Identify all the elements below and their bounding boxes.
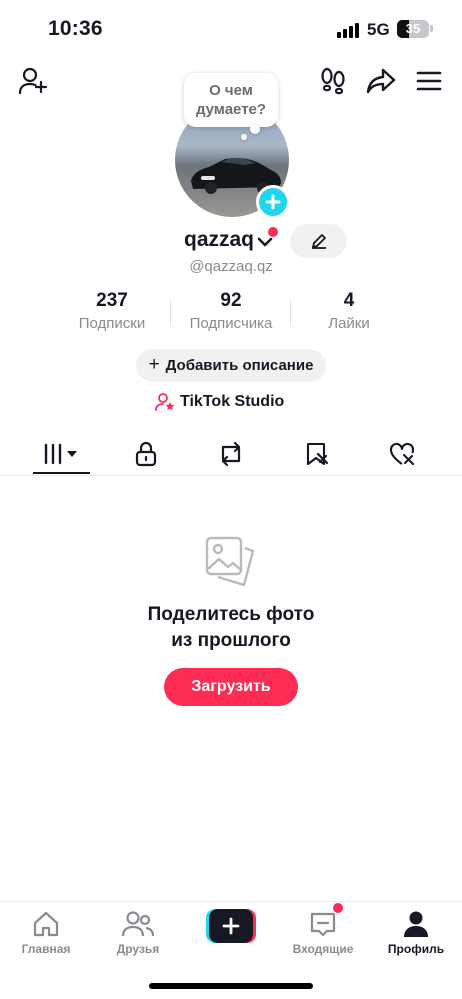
bubble-tail [250,124,260,134]
nav-inbox[interactable]: Входящие [283,908,363,956]
username-switcher[interactable]: qazzaq [184,228,273,252]
status-time: 10:36 [48,17,103,40]
upload-button[interactable]: Загрузить [164,668,298,706]
pencil-icon [311,234,326,249]
stat-label: Подписчика [189,315,273,332]
inbox-icon [310,912,336,937]
inbox-notification-dot [333,903,343,913]
chevron-down-icon [257,237,273,246]
tab-reposts[interactable] [203,434,259,474]
lock-icon [135,441,157,467]
notification-dot [268,227,278,237]
profile-handle: @qazzaq.qz [189,258,273,275]
stat-label: Лайки [328,315,370,332]
divider [290,300,291,326]
tab-private[interactable] [118,434,174,474]
tab-favorites[interactable] [289,434,345,474]
stat-likes[interactable]: 4 Лайки [293,290,405,332]
empty-state-line-1: Поделитесь фото [147,604,315,625]
home-indicator [149,983,313,989]
plus-icon: + [148,353,160,375]
stat-value: 4 [343,290,355,311]
bubble-line-1: О чем [209,82,253,99]
battery-tip [430,25,433,32]
status-bar: 10:36 5G 35 [0,0,462,56]
friends-icon [122,911,154,937]
studio-icon [155,393,175,411]
create-button[interactable] [206,909,256,943]
bubble-line-2: думаете? [195,101,267,118]
nav-label: Входящие [292,942,354,956]
empty-state-line-2: из прошлого [171,630,291,651]
menu-icon[interactable] [413,66,445,96]
network-type: 5G [367,20,390,39]
battery-percent: 35 [405,21,421,36]
battery-icon: 35 [397,20,429,38]
add-friend-icon[interactable] [16,64,50,98]
plus-icon [222,917,240,935]
add-description-label: Добавить описание [165,357,314,374]
tiktok-studio-link[interactable]: TikTok Studio [155,392,284,412]
add-photo-button[interactable] [256,185,290,219]
stat-label: Подписки [78,315,146,332]
tab-videos[interactable] [33,434,90,474]
stat-followers[interactable]: 92 Подписчика [175,290,287,332]
thought-bubble[interactable]: О чем думаете? [184,73,278,127]
add-description-button[interactable]: + Добавить описание [136,349,326,382]
signal-icon [337,22,359,38]
content-tabs [0,434,462,476]
tiktok-studio-label: TikTok Studio [180,393,285,410]
home-icon [33,911,59,937]
nav-label: Главная [21,942,71,956]
repost-icon [221,441,241,467]
liked-icon [389,442,415,466]
active-tab-indicator [33,472,90,474]
footprints-icon[interactable] [318,65,348,97]
edit-profile-button[interactable] [290,224,347,258]
bubble-tail-small [241,134,247,140]
tab-liked[interactable] [374,434,430,474]
photos-icon [205,536,255,587]
username: qazzaq [184,228,255,251]
favorites-icon [306,442,329,466]
stat-following[interactable]: 237 Подписки [56,290,168,332]
nav-label: Друзья [116,942,160,956]
nav-profile[interactable]: Профиль [376,908,456,956]
divider [170,300,171,326]
stat-value: 92 [220,290,242,311]
share-icon[interactable] [364,65,398,97]
nav-friends[interactable]: Друзья [98,908,178,956]
empty-state-title: Поделитесь фото из прошлого [0,602,462,654]
nav-home[interactable]: Главная [6,908,86,956]
nav-label: Профиль [387,942,445,956]
profile-icon [404,911,428,937]
stat-value: 237 [96,290,128,311]
grid-icon [44,443,77,465]
